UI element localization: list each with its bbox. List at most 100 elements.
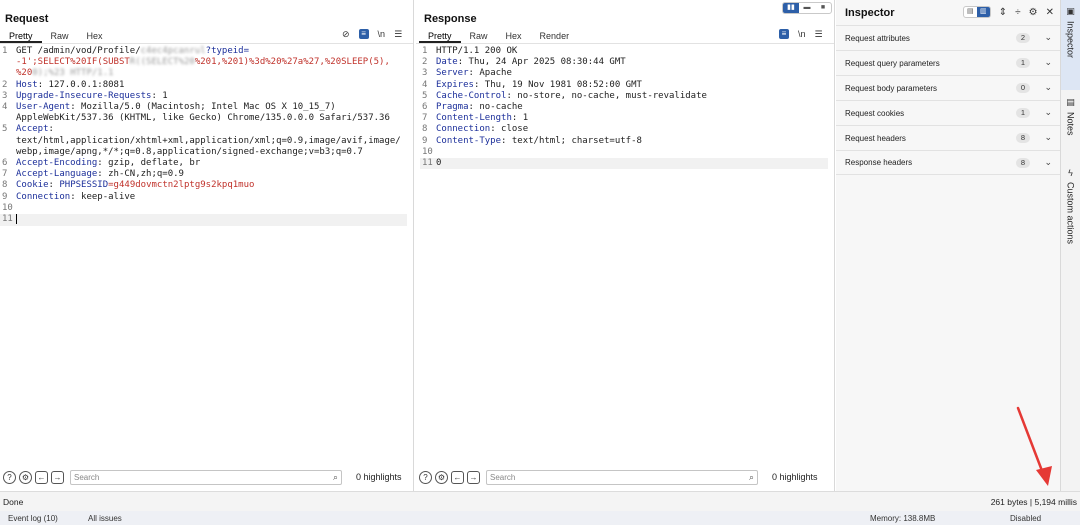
request-highlights-count: 0 highlights [356,472,402,482]
inspector-row-request-query-parameters[interactable]: Request query parameters 1 ⌄ [836,50,1060,75]
code-text: c4ec4pcanrul [140,46,206,56]
code-text: : no-cache [468,102,523,113]
split-vertical-icon[interactable]: ▬ [799,3,815,13]
text-cursor [16,214,17,225]
response-search-box: ⌕ [486,469,758,485]
collapse-all-icon[interactable]: ÷ [1015,7,1021,18]
request-editor[interactable]: 1 GET /admin/vod/Profile/c4ec4pcanrul?typ… [0,46,407,226]
all-issues-link[interactable]: All issues [88,514,122,523]
gear-icon[interactable]: ⚙ [435,470,448,484]
menu-icon[interactable]: ☰ [815,29,823,39]
header-name: ?typeid= [205,46,250,56]
request-search-input[interactable] [71,470,341,484]
line-number: 5 [422,90,428,101]
eye-off-icon[interactable]: ⊘ [342,29,350,39]
code-text: : 1 [511,113,529,124]
disabled-badge[interactable]: Disabled [1010,514,1041,523]
expand-all-icon[interactable]: ⇕ [999,7,1007,18]
wrap-icon[interactable]: ≡ [358,29,369,39]
list-view-icon[interactable]: ▤ [964,7,977,17]
forward-arrow-icon[interactable]: → [467,470,480,484]
code-text: : Thu, 19 Nov 1981 08:52:00 GMT [473,79,642,90]
header-name: Content-Length [436,113,512,124]
split-horizontal-icon[interactable]: ▮▮ [783,3,799,13]
highlighted-value: %20 [16,68,33,79]
split-view-icon[interactable]: ▥ [976,7,990,17]
code-line: 2 Host: 127.0.0.1:8081 [0,80,407,91]
inspector-row-request-attributes[interactable]: Request attributes 2 ⌄ [836,25,1060,50]
response-search-input[interactable] [487,470,757,484]
inspector-row-response-headers[interactable]: Response headers 8 ⌄ [836,150,1060,175]
request-tab-pretty[interactable]: Pretty [0,30,42,43]
inspector-sections: Request attributes 2 ⌄ Request query par… [836,25,1060,175]
highlighted-value: %201,%201)%3d%20%27a%27,%20SLEEP(5), [194,57,390,68]
menu-icon[interactable]: ☰ [394,29,402,39]
code-text: : zh-CN,zh;q=0.9 [97,169,184,180]
forward-arrow-icon[interactable]: → [51,470,64,484]
response-tab-raw[interactable]: Raw [461,30,497,43]
request-toolbar: ⊘ ≡ \n ☰ [342,29,402,39]
response-stats: 261 bytes | 5,194 millis [990,497,1077,507]
line-number: 3 [2,90,8,101]
back-arrow-icon[interactable]: ← [35,470,48,484]
inspector-row-request-cookies[interactable]: Request cookies 1 ⌄ [836,100,1060,125]
inspector-row-request-body-parameters[interactable]: Request body parameters 0 ⌄ [836,75,1060,100]
code-text: GET /admin/vod/Profile/ [16,46,141,56]
response-editor[interactable]: 1 HTTP/1.1 200 OK 2 Date: Thu, 24 Apr 2025 … [420,46,828,170]
code-text: : 127.0.0.1:8081 [37,79,125,90]
inspector-pane: Inspector ▤ ▥ ⇕ ÷ ⚙ ✕ Request attributes… [836,0,1061,491]
event-log-link[interactable]: Event log (10) [8,514,58,523]
wrap-icon[interactable]: ≡ [779,29,789,39]
response-tab-hex[interactable]: Hex [497,30,531,43]
rail-tab-label: Notes [1065,112,1076,136]
close-icon[interactable]: ✕ [1046,7,1054,18]
line-number: 2 [2,79,8,90]
inspector-icon: ▣ [1066,6,1075,16]
gear-icon[interactable]: ⚙ [19,470,32,484]
chevron-down-icon[interactable]: ⌄ [1044,132,1052,143]
header-name: Server [436,68,469,79]
help-icon[interactable]: ? [419,470,432,484]
code-line: 11 0 [420,158,828,170]
rail-tab-notes[interactable]: ▤ Notes [1061,91,1080,161]
inspector-row-label: Request body parameters [845,83,938,93]
response-tab-render[interactable]: Render [531,30,579,43]
line-number: 8 [2,180,8,191]
chevron-down-icon[interactable]: ⌄ [1044,32,1052,43]
chevron-down-icon[interactable]: ⌄ [1044,107,1052,118]
inspector-row-count: 8 [1016,133,1030,143]
rail-tab-inspector[interactable]: ▣ Inspector [1061,0,1080,90]
chevron-down-icon[interactable]: ⌄ [1044,57,1052,68]
inspector-header: Inspector ▤ ▥ ⇕ ÷ ⚙ ✕ [836,0,1060,25]
code-line: AppleWebKit/537.36 (KHTML, like Gecko) C… [0,113,407,124]
status-text: Done [3,497,24,507]
header-name: Expires [436,79,474,90]
request-tab-raw[interactable]: Raw [42,30,78,43]
code-line: 4 User-Agent: Mozilla/5.0 (Macintosh; Int… [0,102,407,113]
back-arrow-icon[interactable]: ← [451,470,464,484]
code-line: 5 Accept: [0,124,407,135]
help-icon[interactable]: ? [3,470,16,484]
code-line: %200);%23 HTTP/1.1 [0,68,407,79]
rail-tab-label: Inspector [1065,21,1076,59]
rail-tab-custom-actions[interactable]: ϟ Custom actions [1061,162,1080,272]
code-line: 1 GET /admin/vod/Profile/c4ec4pcanrul?typ… [0,46,407,57]
code-text: AppleWebKit/537.36 (KHTML, like Gecko) C… [16,113,390,124]
newline-icon[interactable]: \n [378,29,386,39]
chevron-down-icon[interactable]: ⌄ [1044,82,1052,93]
line-number: 11 [2,214,13,225]
gear-icon[interactable]: ⚙ [1029,7,1038,18]
tabs-view-icon[interactable]: ■ [815,3,831,13]
chevron-down-icon[interactable]: ⌄ [1044,157,1052,168]
newline-icon[interactable]: \n [798,29,806,39]
inspector-row-request-headers[interactable]: Request headers 8 ⌄ [836,125,1060,150]
line-number: 6 [422,102,428,113]
header-name: Connection [16,191,71,202]
request-tab-hex[interactable]: Hex [78,30,112,43]
response-tab-pretty[interactable]: Pretty [419,30,461,43]
request-tab-divider [0,43,413,44]
response-highlights-count: 0 highlights [772,472,818,482]
code-line: -1';SELECT%20IF(SUBSTR((SELECT%20%201,%2… [0,57,407,68]
search-icon: ⌕ [748,471,754,482]
code-text: 0);%23 [32,68,65,79]
